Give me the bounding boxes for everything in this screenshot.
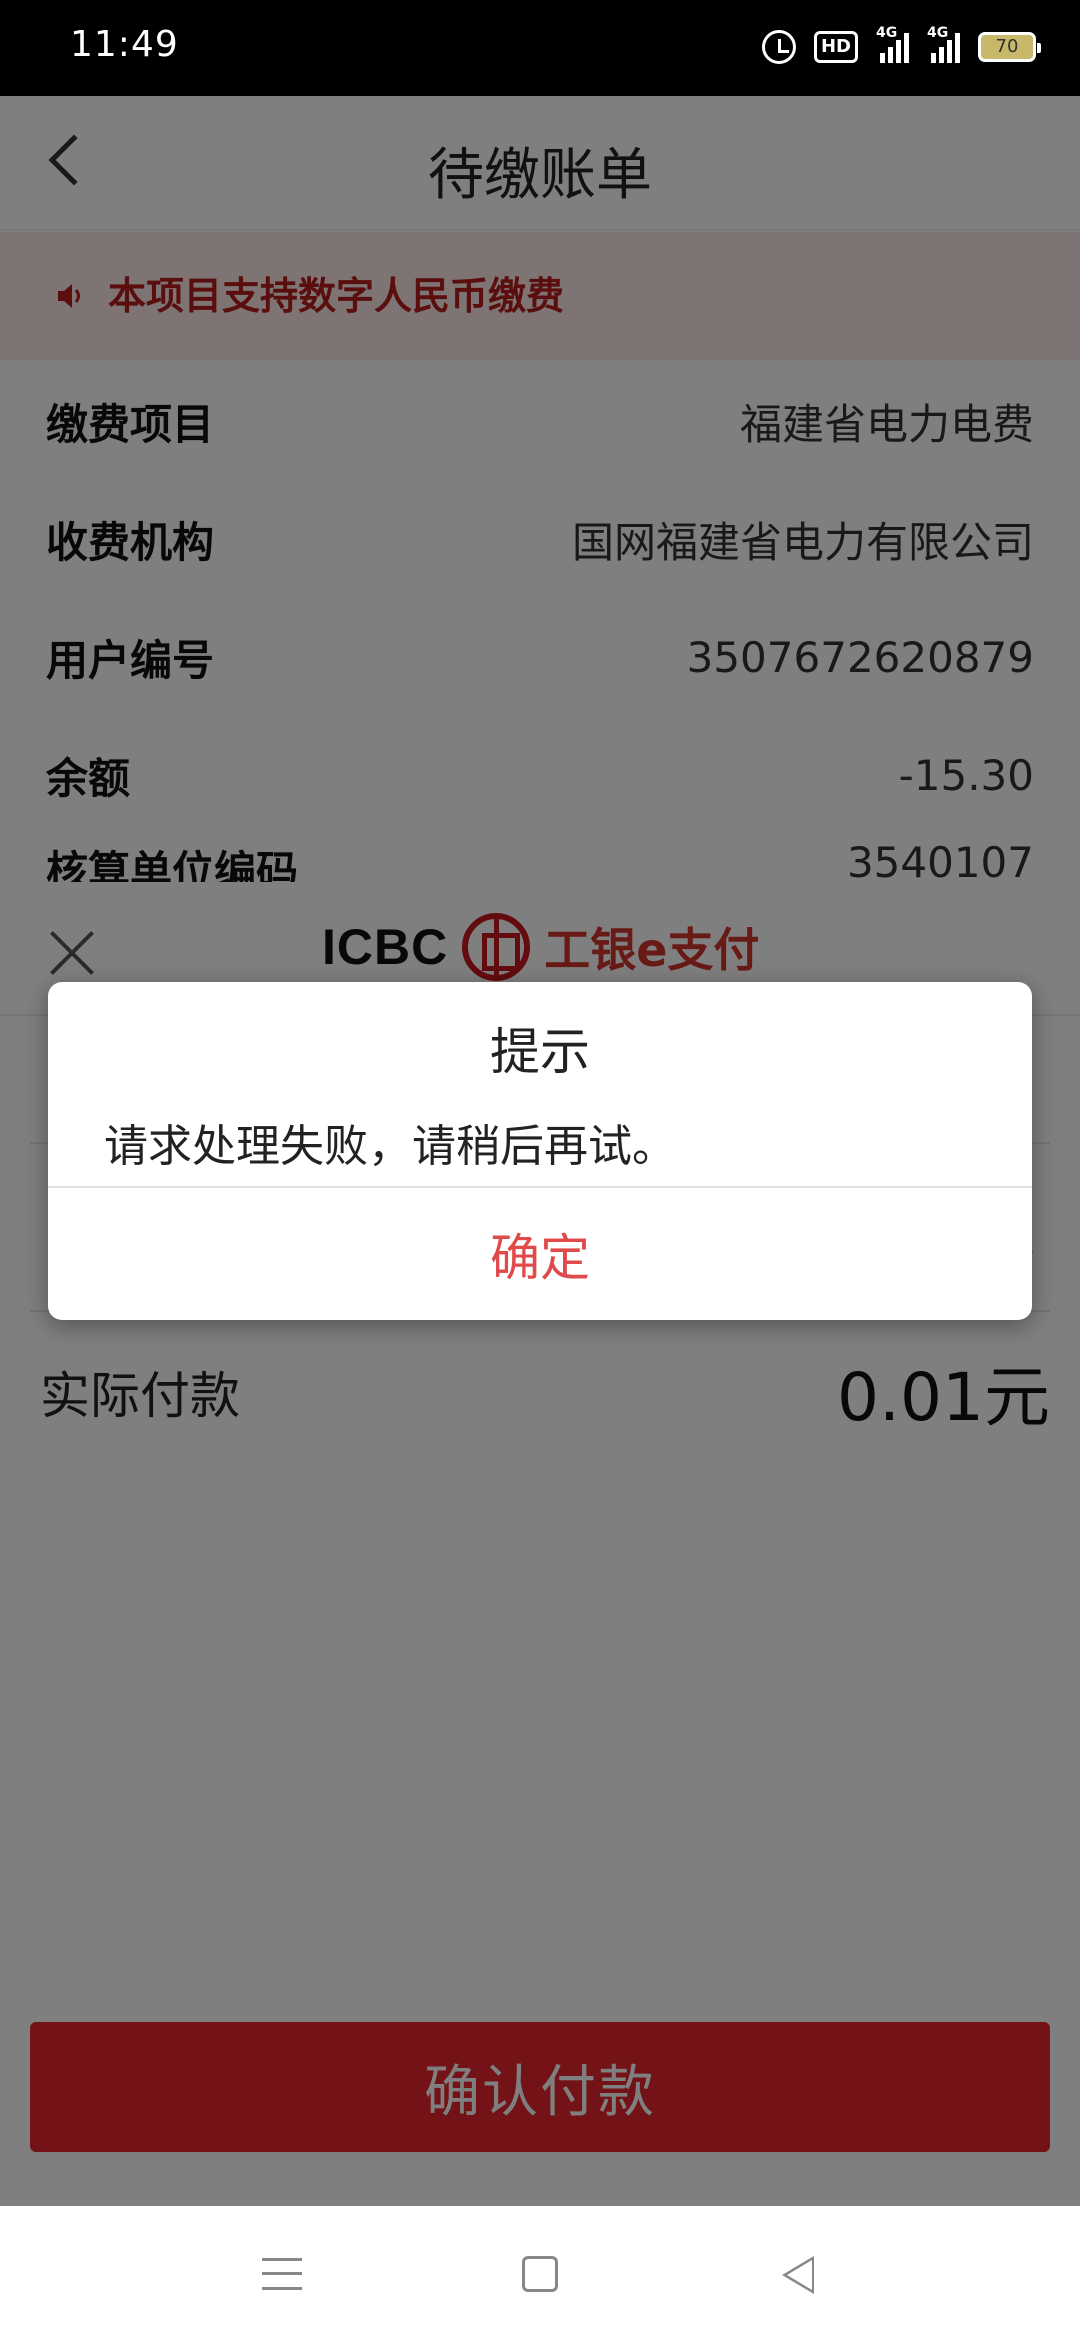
sim2-network-label: 4G: [927, 25, 949, 41]
system-nav-bar: [0, 2206, 1080, 2340]
dialog-title: 提示: [490, 1023, 590, 1081]
status-icons: HD 4G 4G 70: [761, 24, 1041, 70]
status-time: 11:49: [70, 24, 179, 65]
back-nav-icon[interactable]: [782, 2256, 814, 2294]
dialog-message: 请求处理失败，请稍后再试。: [104, 1121, 676, 1172]
signal-icon-sim1: 4G: [876, 25, 909, 63]
alert-dialog: 提示 请求处理失败，请稍后再试。 确定: [48, 982, 1032, 1320]
sim1-network-label: 4G: [876, 25, 898, 41]
signal-icon-sim2: 4G: [927, 25, 960, 63]
status-bar: 11:49 HD 4G 4G 70: [0, 0, 1080, 96]
menu-icon[interactable]: [262, 2258, 302, 2290]
hd-icon: HD: [813, 31, 858, 63]
home-icon[interactable]: [522, 2256, 558, 2292]
alarm-icon: [761, 30, 796, 64]
battery-icon: 70: [978, 32, 1041, 62]
dialog-ok-button[interactable]: 确定: [48, 1188, 1032, 1320]
